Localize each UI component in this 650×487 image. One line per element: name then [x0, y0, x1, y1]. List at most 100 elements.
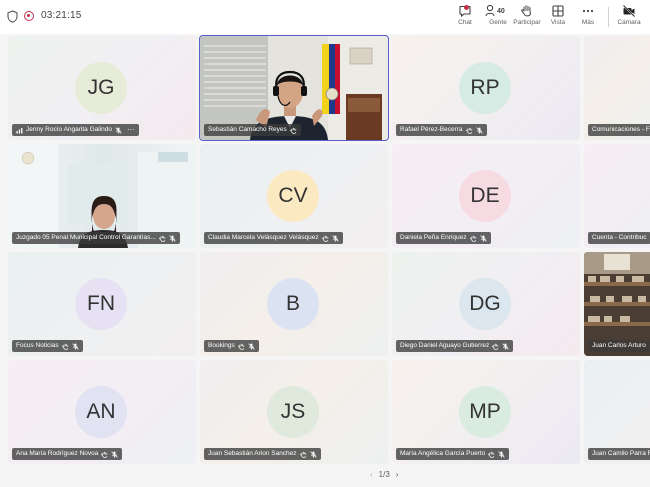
participant-name-tag: Focus Noticias [12, 340, 83, 352]
participate-button[interactable]: Participar [511, 4, 543, 30]
participant-name: Comunicaciones - F [592, 126, 650, 133]
hand-icon [299, 451, 306, 458]
participant-name: Daniela Peña Enriquez [400, 234, 467, 241]
people-button[interactable]: 40 Gente [483, 4, 513, 30]
hand-icon [488, 451, 495, 458]
participant-tile[interactable]: CV Claudia Marcela Velásquez Velásquez [200, 144, 388, 248]
chat-label: Chat [458, 19, 472, 26]
hand-icon [321, 235, 328, 242]
grid-view-icon [552, 5, 564, 17]
participant-tile[interactable]: FN Focus Noticias [8, 252, 196, 356]
camera-button[interactable]: Cámara [616, 4, 642, 30]
mic-off-icon [169, 234, 176, 242]
avatar: RP [459, 62, 511, 114]
chat-notification-dot [464, 5, 469, 10]
participant-tile[interactable]: DG Diego Daniel Aguayo Gutierrez [392, 252, 580, 356]
mic-off-icon [309, 450, 317, 458]
mic-off-icon [111, 450, 119, 458]
participant-tile[interactable]: AN Ana María Rodríguez Novoa [8, 360, 196, 464]
participant-name-tag: Claudia Marcela Velásquez Velásquez [204, 232, 343, 244]
participant-name-tag: Ana María Rodríguez Novoa [12, 448, 123, 460]
participant-tile[interactable]: RP Rafael Pérez-Becerra [392, 36, 580, 140]
participant-name-tag: Bookings [204, 340, 259, 352]
chevron-left-icon[interactable]: ‹ [370, 470, 373, 479]
mic-off-icon [248, 342, 255, 350]
participant-tile[interactable]: Comunicaciones - F [584, 36, 650, 140]
participant-name: Juan Camilo Parra F [592, 450, 650, 457]
participant-name-tag: Jenny Rocío Angarita Galindo ··· [12, 124, 139, 136]
participant-name: Juan Sebastián Arion Sanchez [208, 450, 297, 457]
participant-name: María Angélica García Puerto [400, 450, 486, 457]
participant-name-tag: Diego Daniel Aguayo Gutierrez [396, 340, 514, 352]
participant-name-tag: Sebastián Camacho Reyes [204, 124, 301, 136]
avatar: MP [459, 386, 511, 438]
participant-name: Focus Noticias [16, 342, 59, 349]
mic-off-icon [331, 234, 339, 242]
participant-name: Ana María Rodríguez Novoa [16, 450, 99, 457]
camera-off-icon [622, 4, 636, 18]
more-options-icon[interactable]: ··· [127, 126, 135, 134]
shield-icon [7, 10, 18, 23]
hand-icon [465, 127, 472, 134]
avatar: FN [75, 278, 127, 330]
avatar: CV [267, 170, 319, 222]
participant-name: Diego Daniel Aguayo Gutierrez [400, 342, 490, 349]
participant-tile[interactable]: B Bookings [200, 252, 388, 356]
participant-name: Sebastián Camacho Reyes [208, 126, 287, 133]
recording-icon [24, 11, 34, 21]
camera-label: Cámara [617, 19, 641, 26]
participant-name-tag: Juzgado 05 Penal Municipal Control Garan… [12, 232, 180, 244]
view-label: Vista [550, 19, 566, 26]
participant-tile-video[interactable]: Sebastián Camacho Reyes [200, 36, 388, 140]
people-label: Gente [489, 19, 507, 26]
hand-icon [492, 343, 499, 350]
participant-name-tag: Juan Camilo Parra F [588, 448, 650, 460]
raise-hand-icon [521, 5, 531, 17]
participant-name: Juan Carlos Arturo [592, 342, 646, 349]
mic-off-icon [479, 234, 487, 242]
avatar: JG [75, 62, 127, 114]
participant-name-tag: Daniela Peña Enriquez [396, 232, 491, 244]
more-button[interactable]: Más [578, 4, 598, 30]
call-timer: 03:21:15 [41, 10, 82, 21]
avatar: B [267, 278, 319, 330]
hand-icon [469, 235, 476, 242]
avatar: DE [459, 170, 511, 222]
participant-name: Claudia Marcela Velásquez Velásquez [208, 234, 319, 241]
participant-tile[interactable]: Cuenta - Contribuc [584, 144, 650, 248]
chevron-right-icon[interactable]: › [396, 470, 399, 479]
participant-name-tag: Juan Sebastián Arion Sanchez [204, 448, 321, 460]
participant-name: Juzgado 05 Penal Municipal Control Garan… [16, 234, 156, 241]
participant-tile[interactable]: JG Jenny Rocío Angarita Galindo ··· [8, 36, 196, 140]
people-count: 40 [497, 8, 505, 15]
view-button[interactable]: Vista [548, 4, 568, 30]
chat-button[interactable]: Chat [455, 4, 475, 30]
more-icon [582, 9, 594, 13]
mic-off-icon [502, 342, 509, 350]
participant-tile[interactable]: MP María Angélica García Puerto [392, 360, 580, 464]
participant-name: Jenny Rocío Angarita Galindo [26, 126, 112, 133]
participant-name: Cuenta - Contribuc [592, 234, 647, 241]
hand-icon [61, 343, 68, 350]
participant-name-tag: María Angélica García Puerto [396, 448, 510, 460]
participate-label: Participar [513, 19, 541, 26]
mic-off-icon [475, 126, 483, 134]
mic-off-icon [498, 450, 505, 458]
toolbar-divider [608, 7, 609, 27]
video-gallery: JG Jenny Rocío Angarita Galindo ··· Seba… [0, 34, 650, 487]
participant-tile[interactable]: DE Daniela Peña Enriquez [392, 144, 580, 248]
participant-name: Rafael Pérez-Becerra [400, 126, 463, 133]
participant-tile-video[interactable]: Juzgado 05 Penal Municipal Control Garan… [8, 144, 196, 248]
hand-icon [237, 343, 244, 350]
participant-name-tag: Juan Carlos Arturo [588, 340, 650, 352]
participant-tile[interactable]: JS Juan Sebastián Arion Sanchez [200, 360, 388, 464]
participant-tile-video[interactable]: Juan Carlos Arturo [584, 252, 650, 356]
meeting-toolbar: 03:21:15 Chat 40 Gente Participar Vista [0, 0, 650, 34]
page-indicator: 1/3 [378, 470, 390, 479]
hand-icon [159, 235, 165, 242]
participant-tile[interactable]: Juan Camilo Parra F [584, 360, 650, 464]
mic-off-icon [71, 342, 79, 350]
avatar: DG [459, 278, 511, 330]
participant-name-tag: Comunicaciones - F [588, 124, 650, 136]
avatar: AN [75, 386, 127, 438]
